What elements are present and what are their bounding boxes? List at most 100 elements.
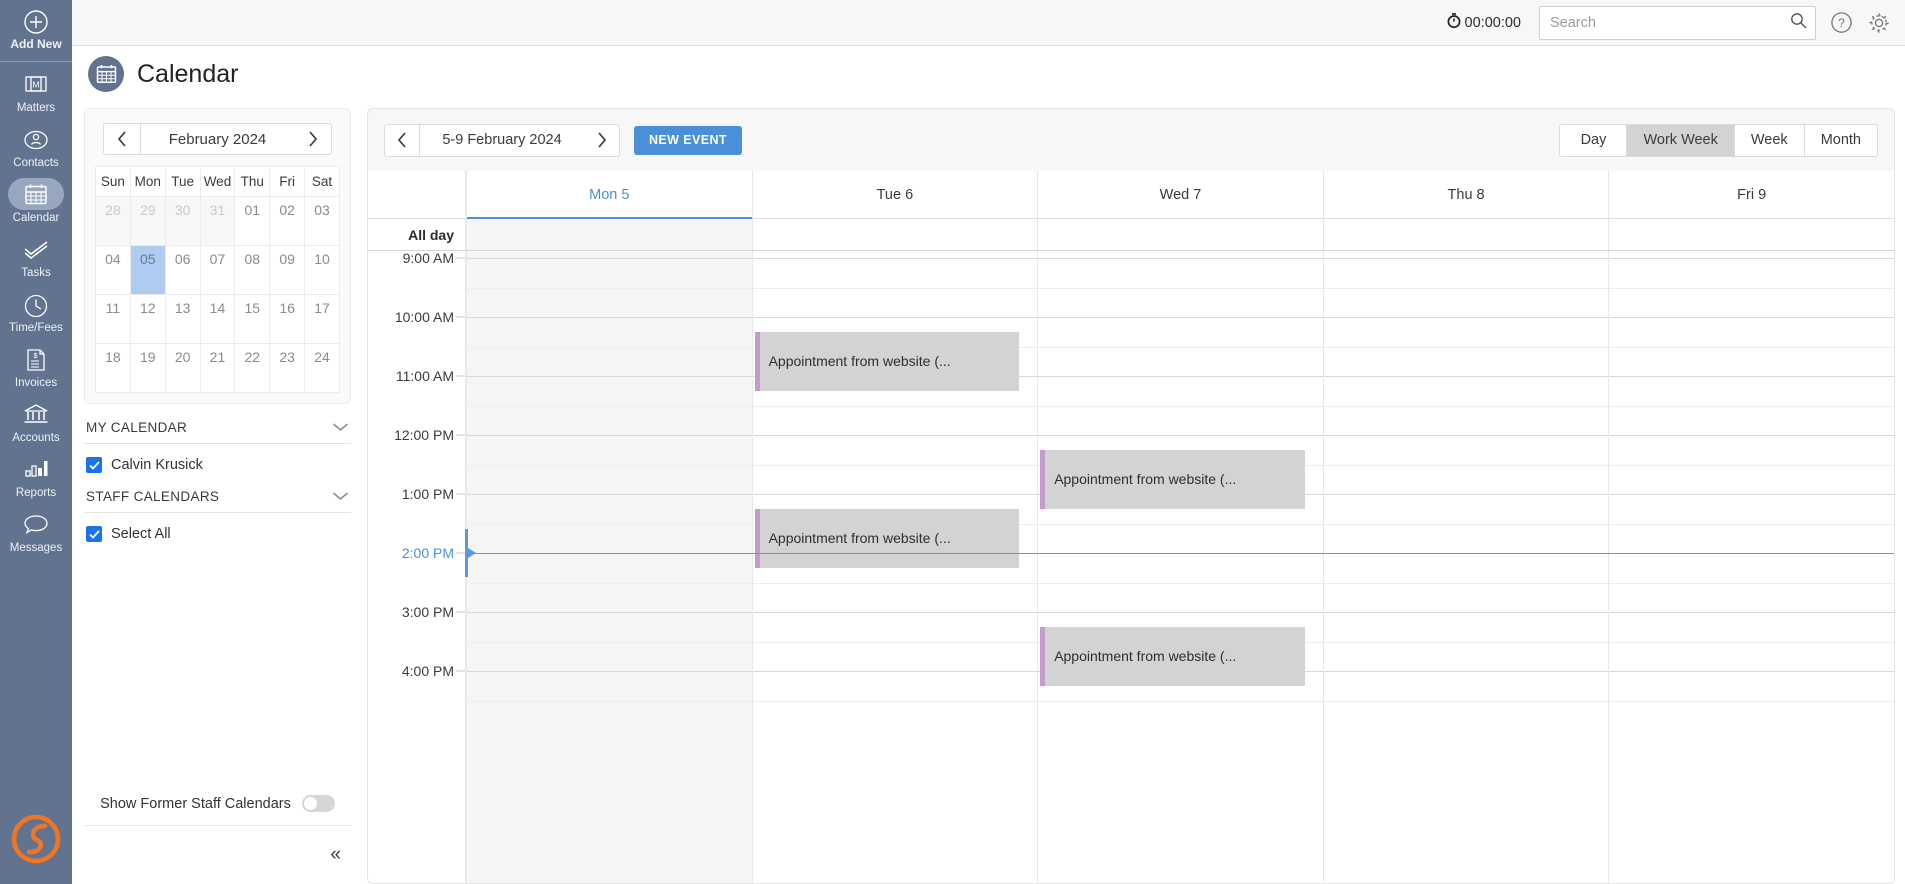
mini-cal-day-cell[interactable]: 05 <box>129 245 166 295</box>
mini-cal-day-cell[interactable]: 14 <box>199 294 236 344</box>
nav-item-add-new[interactable]: Add New <box>0 0 72 60</box>
mini-cal-day-cell[interactable]: 09 <box>269 245 306 295</box>
view-button-month[interactable]: Month <box>1804 123 1878 157</box>
day-header-0[interactable]: Mon 5 <box>466 171 752 219</box>
mini-cal-week-row: 28 29 30 31 01 02 03 <box>95 196 340 246</box>
mini-cal-day-cell[interactable]: 03 <box>304 196 340 246</box>
search-icon[interactable] <box>1790 12 1807 34</box>
mini-cal-day-cell[interactable]: 31 <box>199 196 236 246</box>
sidebar-item-matters[interactable]: M Matters <box>0 66 72 121</box>
day-header-1[interactable]: Tue 6 <box>751 171 1038 218</box>
mini-cal-day-cell[interactable]: 19 <box>129 343 166 393</box>
sidebar-item-calendar[interactable]: Calendar <box>0 176 72 231</box>
next-range-button[interactable] <box>584 123 620 157</box>
search-input[interactable] <box>1550 14 1790 31</box>
help-circle-icon[interactable]: ? <box>1830 11 1853 34</box>
gear-icon[interactable] <box>1867 11 1891 35</box>
time-tick <box>456 316 465 318</box>
sidebar-item-invoices[interactable]: $ Invoices <box>0 341 72 396</box>
mini-cal-day-cell[interactable]: 13 <box>164 294 201 344</box>
mini-cal-day-cell[interactable]: 12 <box>129 294 166 344</box>
calendar-entry-calvin-krusick[interactable]: Calvin Krusick <box>84 444 351 473</box>
mini-cal-day-cell[interactable]: 16 <box>269 294 306 344</box>
day-header-2[interactable]: Wed 7 <box>1037 171 1323 218</box>
half-hour-line <box>1038 346 1323 348</box>
hour-line <box>1609 376 1894 377</box>
mini-cal-day-cell[interactable]: 10 <box>304 245 340 295</box>
hour-line <box>1323 258 1609 259</box>
sidebar-item-tasks[interactable]: Tasks <box>0 231 72 286</box>
bar-chart-icon <box>0 458 72 484</box>
select-all-checkbox[interactable] <box>86 526 102 542</box>
mini-cal-day-cell[interactable]: 15 <box>234 294 271 344</box>
half-hour-line <box>752 582 1038 584</box>
new-event-button[interactable]: NEW EVENT <box>634 125 742 155</box>
show-former-staff-toggle[interactable] <box>301 795 335 812</box>
mini-cal-day-cell[interactable]: 22 <box>234 343 271 393</box>
mini-cal-day-cell[interactable]: 02 <box>269 196 306 246</box>
mini-cal-day-cell[interactable]: 11 <box>95 294 131 344</box>
view-button-work-week[interactable]: Work Week <box>1627 123 1735 157</box>
mini-cal-day-cell[interactable]: 06 <box>164 245 201 295</box>
mini-cal-day-cell[interactable]: 17 <box>304 294 340 344</box>
hour-line <box>1323 435 1609 436</box>
mini-cal-day-cell[interactable]: 23 <box>269 343 306 393</box>
day-column-3[interactable] <box>1322 251 1609 883</box>
all-day-cell-1[interactable] <box>751 219 1038 250</box>
prev-range-button[interactable] <box>384 123 420 157</box>
sidebar-item-contacts[interactable]: Contacts <box>0 121 72 176</box>
time-grid: 9:00 AM 10:00 AM 11:00 AM 12:00 PM 1:00 PM 2:… <box>368 251 1894 883</box>
mini-cal-day-cell[interactable]: 01 <box>234 196 271 246</box>
mini-cal-weekday: Tue <box>164 166 201 197</box>
day-column-2[interactable]: Appointment from website (... Appointment… <box>1037 251 1323 883</box>
mini-cal-day-cell[interactable]: 24 <box>304 343 340 393</box>
mini-cal-day-cell[interactable]: 21 <box>199 343 236 393</box>
mini-cal-day-cell[interactable]: 28 <box>95 196 131 246</box>
day-column-4[interactable] <box>1608 251 1894 883</box>
calendar-event-3[interactable]: Appointment from website (... <box>1040 626 1305 686</box>
mini-cal-day-cell[interactable]: 18 <box>95 343 131 393</box>
mini-calendar-weekday-row: Sun Mon Tue Wed Thu Fri Sat <box>95 166 340 197</box>
day-column-0[interactable] <box>466 251 752 883</box>
chevron-down-icon[interactable] <box>332 490 349 504</box>
calendar-event-0[interactable]: Appointment from website (... <box>754 331 1020 391</box>
staff-calendars-header[interactable]: STAFF CALENDARS <box>84 473 351 513</box>
chevron-down-icon[interactable] <box>332 421 349 435</box>
mini-cal-day-cell[interactable]: 20 <box>164 343 201 393</box>
mini-cal-day-cell[interactable]: 07 <box>199 245 236 295</box>
day-header-4[interactable]: Fri 9 <box>1608 171 1894 218</box>
mini-cal-day-cell[interactable]: 30 <box>164 196 201 246</box>
timer-widget[interactable]: 00:00:00 <box>1447 13 1521 32</box>
all-day-cell-3[interactable] <box>1322 219 1609 250</box>
time-tick <box>456 611 465 613</box>
mini-cal-prev-month-button[interactable] <box>103 123 141 155</box>
half-hour-line <box>752 641 1038 643</box>
calendar-toolbar: 5-9 February 2024 NEW EVENT Day Work Week… <box>368 109 1894 171</box>
sidebar-item-time-fees[interactable]: Time/Fees <box>0 286 72 341</box>
mini-calendar-body: 28 29 30 31 01 02 03 04 05 06 07 08 09 10 11 12 13 14 15 16… <box>95 196 340 393</box>
all-day-cell-4[interactable] <box>1608 219 1894 250</box>
view-button-day[interactable]: Day <box>1559 123 1628 157</box>
sidebar-item-accounts[interactable]: Accounts <box>0 396 72 451</box>
mini-cal-month-label[interactable]: February 2024 <box>141 123 294 155</box>
all-day-cell-2[interactable] <box>1037 219 1323 250</box>
sidebar-item-reports[interactable]: Reports <box>0 451 72 506</box>
all-day-cell-0[interactable] <box>466 219 752 250</box>
search-box[interactable] <box>1539 5 1816 40</box>
mini-cal-day-cell[interactable]: 08 <box>234 245 271 295</box>
staff-calendar-select-all[interactable]: Select All <box>84 513 351 542</box>
mini-cal-day-cell[interactable]: 29 <box>129 196 166 246</box>
mini-cal-next-month-button[interactable] <box>294 123 332 155</box>
calendar-event-2[interactable]: Appointment from website (... <box>754 508 1020 568</box>
calendar-event-1[interactable]: Appointment from website (... <box>1040 449 1305 509</box>
view-button-week[interactable]: Week <box>1734 123 1805 157</box>
day-column-1[interactable]: Appointment from website (... Appointment… <box>751 251 1038 883</box>
sidebar-item-messages[interactable]: Messages <box>0 506 72 561</box>
collapse-sidebar-button[interactable]: « <box>84 826 351 884</box>
matters-icon: M <box>0 73 72 99</box>
date-range-label[interactable]: 5-9 February 2024 <box>420 123 584 157</box>
mini-cal-day-cell[interactable]: 04 <box>95 245 131 295</box>
calendar-entry-checkbox[interactable] <box>86 457 102 473</box>
day-header-3[interactable]: Thu 8 <box>1322 171 1609 218</box>
my-calendar-header[interactable]: MY CALENDAR <box>84 404 351 444</box>
